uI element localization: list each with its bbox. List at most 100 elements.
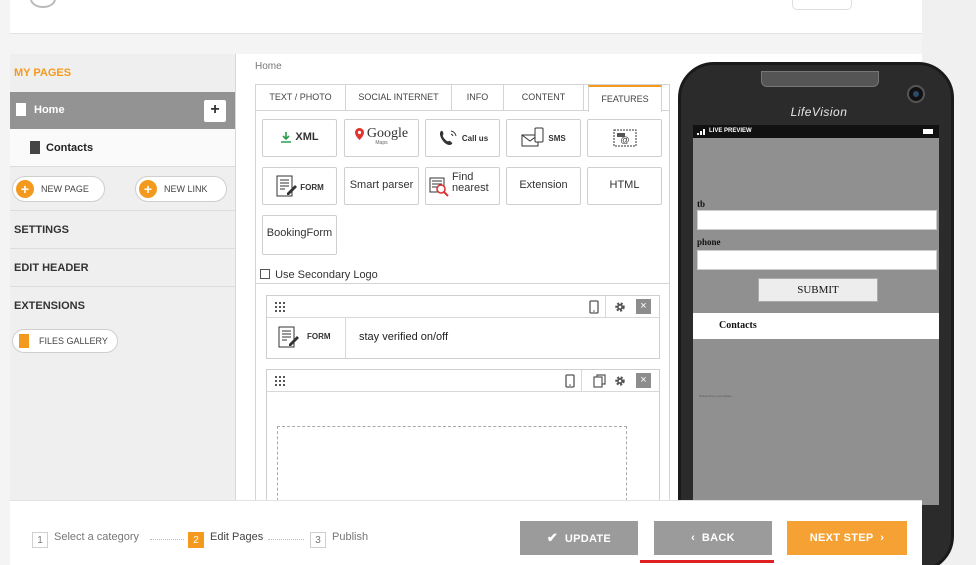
- form-label: FORM: [300, 182, 324, 192]
- step-edit-pages[interactable]: 2 Edit Pages: [188, 531, 263, 548]
- files-gallery-label: FILES GALLERY: [39, 336, 108, 346]
- phone-preview: LifeVision LIVE PREVIEW tb phone SUBMIT …: [678, 62, 954, 565]
- sidebar-item-home[interactable]: Home +: [10, 92, 235, 129]
- phone-icon: [439, 130, 457, 145]
- editor-tabs: TEXT / PHOTO SOCIAL INTERNET INFO CONTEN…: [256, 85, 669, 112]
- add-subpage-button[interactable]: +: [204, 100, 226, 122]
- sms-feature-button[interactable]: SMS: [506, 119, 581, 157]
- extension-feature-button[interactable]: Extension: [506, 167, 581, 205]
- back-button[interactable]: ‹ BACK: [654, 521, 772, 555]
- sidebar-item-contacts[interactable]: Contacts: [10, 129, 235, 167]
- tab-features[interactable]: FEATURES: [588, 85, 662, 112]
- form-icon: [278, 326, 299, 348]
- secondary-logo-option[interactable]: Use Secondary Logo: [260, 269, 378, 281]
- update-button[interactable]: ✔ UPDATE: [520, 521, 638, 555]
- phone-status-bar: LIVE PREVIEW: [693, 125, 939, 138]
- step-label: Publish: [332, 531, 369, 543]
- form-content-block: × FORM stay verified on/off: [266, 295, 660, 359]
- form-feature-button[interactable]: FORM: [262, 167, 337, 205]
- download-icon: [281, 132, 292, 143]
- form-icon: [276, 175, 298, 197]
- booking-form-feature-button[interactable]: BookingForm: [262, 215, 337, 255]
- step-number: 2: [188, 532, 204, 548]
- sms-label: SMS: [548, 133, 566, 143]
- new-page-button[interactable]: + NEW PAGE: [12, 176, 105, 202]
- drop-zone[interactable]: [277, 426, 627, 506]
- next-step-button[interactable]: NEXT STEP ›: [787, 521, 907, 555]
- update-label: UPDATE: [564, 533, 612, 545]
- step-connector: [150, 539, 184, 540]
- empty-content-block: ×: [266, 369, 660, 506]
- sidebar-item-settings[interactable]: SETTINGS: [10, 211, 235, 249]
- smart-parser-feature-button[interactable]: Smart parser: [344, 167, 419, 205]
- battery-icon: [923, 129, 933, 134]
- signal-icon: [697, 129, 705, 135]
- gear-icon[interactable]: [613, 300, 627, 314]
- toolbar-separator: [581, 370, 582, 392]
- top-header: [10, 0, 922, 34]
- mobile-visibility-icon[interactable]: [563, 374, 577, 388]
- preview-submit-button[interactable]: SUBMIT: [758, 278, 878, 302]
- drag-handle-icon[interactable]: [275, 302, 285, 312]
- preview-phone-input[interactable]: [697, 250, 937, 270]
- powered-by-text: Powered by mycompany: [699, 394, 732, 398]
- close-block-button[interactable]: ×: [636, 373, 651, 388]
- block-toolbar: ×: [267, 370, 659, 392]
- preview-tb-input[interactable]: [697, 210, 937, 230]
- call-us-feature-button[interactable]: Call us: [425, 119, 500, 157]
- form-block-text[interactable]: stay verified on/off: [359, 331, 448, 343]
- new-link-label: NEW LINK: [164, 184, 208, 194]
- new-link-button[interactable]: + NEW LINK: [135, 176, 227, 202]
- phone-brand: LifeVision: [790, 105, 848, 119]
- files-gallery-button[interactable]: FILES GALLERY: [12, 329, 118, 353]
- html-feature-button[interactable]: HTML: [587, 167, 662, 205]
- copy-icon[interactable]: [593, 374, 607, 388]
- page-icon: [30, 141, 40, 154]
- check-icon: ✔: [546, 530, 559, 545]
- footer-bar: 1 Select a category 2 Edit Pages 3 Publish …: [10, 500, 922, 565]
- step-select-category[interactable]: 1 Select a category: [32, 531, 139, 548]
- my-pages-heading: MY PAGES: [14, 67, 72, 79]
- breadcrumb[interactable]: Home: [255, 61, 282, 72]
- secondary-logo-checkbox[interactable]: [260, 269, 270, 279]
- booking-form-label: BookingForm: [266, 227, 333, 239]
- drag-handle-icon[interactable]: [275, 376, 285, 386]
- sidebar-item-extensions[interactable]: EXTENSIONS: [10, 287, 235, 325]
- find-nearest-feature-button[interactable]: Find nearest: [425, 167, 500, 205]
- header-logo-edge: [30, 0, 56, 8]
- search-map-icon: [429, 177, 449, 197]
- email-feature-button[interactable]: @: [587, 119, 662, 157]
- extension-label: Extension: [519, 179, 568, 191]
- step-publish[interactable]: 3 Publish: [310, 531, 368, 548]
- gear-icon[interactable]: [613, 374, 627, 388]
- tab-info[interactable]: INFO: [452, 85, 504, 111]
- app-root: MY PAGES Home + Contacts + NEW PAGE + NE…: [0, 0, 976, 565]
- back-button-underline: [640, 560, 774, 563]
- mobile-visibility-icon[interactable]: [587, 300, 601, 314]
- step-label: Edit Pages: [210, 531, 264, 543]
- plus-icon: +: [139, 180, 157, 198]
- block-toolbar: ×: [267, 296, 659, 318]
- chevron-left-icon: ‹: [691, 532, 696, 544]
- preview-field-label: tb: [697, 199, 706, 209]
- google-maps-feature-button[interactable]: Google Maps: [344, 119, 419, 157]
- sidebar-item-edit-header[interactable]: EDIT HEADER: [10, 249, 235, 287]
- phone-screen: LIVE PREVIEW tb phone SUBMIT Contacts Po…: [693, 125, 939, 505]
- camera-icon: [907, 85, 925, 103]
- xml-feature-button[interactable]: XML: [262, 119, 337, 157]
- next-step-label: NEXT STEP: [809, 532, 874, 544]
- preview-nav-item[interactable]: Contacts: [693, 313, 939, 339]
- tab-text-photo[interactable]: TEXT / PHOTO: [256, 85, 346, 111]
- new-page-label: NEW PAGE: [41, 184, 89, 194]
- plus-icon: +: [16, 180, 34, 198]
- tab-content[interactable]: CONTENT: [504, 85, 584, 111]
- step-number: 3: [310, 532, 326, 548]
- email-stamp-icon: @: [613, 129, 636, 147]
- close-block-button[interactable]: ×: [636, 299, 651, 314]
- sidebar-add-row: + NEW PAGE + NEW LINK: [10, 167, 235, 211]
- divider: [256, 283, 669, 284]
- tab-social-internet[interactable]: SOCIAL INTERNET: [346, 85, 452, 111]
- speaker-grille: [761, 71, 879, 87]
- xml-label: XML: [295, 131, 319, 143]
- smart-parser-label: Smart parser: [349, 179, 414, 191]
